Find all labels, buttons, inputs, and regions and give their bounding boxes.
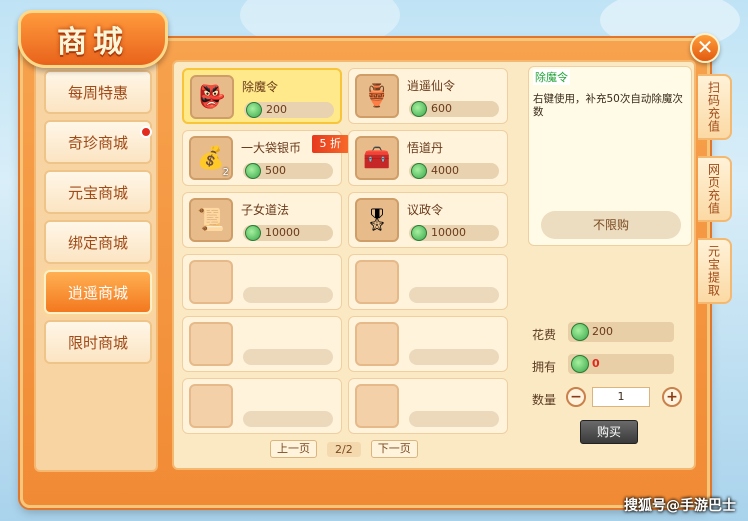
pager: 上一页 2/2 下一页 — [270, 440, 418, 458]
empty-thumb — [189, 322, 233, 366]
tab-scan-recharge[interactable]: 扫码充值 — [698, 74, 732, 140]
item-price: 200 — [244, 102, 334, 118]
sidebar-item-label: 奇珍商城 — [67, 133, 128, 152]
sidebar-item-label: 每周特惠 — [67, 83, 128, 102]
tab-yuanbao-withdraw[interactable]: 元宝提取 — [698, 238, 732, 304]
item-price: 4000 — [409, 163, 499, 179]
item-name: 议政令 — [407, 203, 444, 217]
notification-dot — [140, 126, 152, 138]
item-detail-panel: 除魔令 右键使用，补充50次自动除魔次数 不限购 — [528, 66, 692, 246]
empty-thumb — [355, 384, 399, 428]
empty-slot — [348, 378, 508, 434]
item-price: 10000 — [409, 225, 499, 241]
empty-slot — [182, 254, 342, 310]
quantity-input[interactable]: 1 — [592, 387, 650, 407]
cost-label: 花费 — [532, 328, 557, 342]
silver-bag-icon: 💰 2 — [189, 136, 233, 180]
jade-coin-icon — [245, 163, 261, 179]
item-name: 一大袋银币 — [241, 141, 302, 155]
empty-price-bar — [243, 349, 333, 365]
empty-slot — [348, 254, 508, 310]
mask-icon: 👺 — [190, 75, 234, 119]
owned-value: 0 — [568, 354, 674, 374]
item-slot[interactable]: 🎖 议政令 10000 — [348, 192, 508, 248]
item-slot[interactable]: 💰 2 一大袋银币 5 折 500 — [182, 130, 349, 186]
page-indicator: 2/2 — [327, 441, 361, 457]
order-icon: 🎖 — [355, 198, 399, 242]
empty-price-bar — [409, 349, 499, 365]
detail-title: 除魔令 — [533, 69, 570, 85]
jade-coin-icon — [411, 101, 427, 117]
empty-thumb — [355, 322, 399, 366]
purchase-limit-label: 不限购 — [541, 211, 681, 239]
quantity-label: 数量 — [532, 393, 557, 407]
empty-price-bar — [409, 287, 499, 303]
detail-description: 右键使用，补充50次自动除魔次数 — [533, 93, 683, 118]
empty-slot — [182, 378, 342, 434]
item-slot[interactable]: 🧰 悟道丹 4000 — [348, 130, 508, 186]
close-button[interactable]: ✕ — [690, 33, 720, 63]
sidebar-item-xiaoyao-shop[interactable]: 逍遥商城 — [44, 270, 152, 314]
scroll-icon: 📜 — [189, 198, 233, 242]
sidebar-item-label: 逍遥商城 — [67, 283, 128, 302]
item-price: 600 — [409, 101, 499, 117]
item-name: 子女道法 — [241, 203, 290, 217]
item-slot[interactable]: 🏺 逍遥仙令 600 — [348, 68, 508, 124]
sidebar-item-label: 限时商城 — [67, 333, 128, 352]
item-quantity: 2 — [222, 167, 229, 178]
watermark: 搜狐号@手游巴士 — [624, 498, 736, 514]
tab-web-recharge[interactable]: 网页充值 — [698, 156, 732, 222]
empty-thumb — [189, 384, 233, 428]
empty-thumb — [355, 260, 399, 304]
pill-box-icon: 🧰 — [355, 136, 399, 180]
jade-coin-icon — [411, 225, 427, 241]
item-name: 除魔令 — [242, 80, 279, 94]
empty-price-bar — [243, 411, 333, 427]
item-name: 逍遥仙令 — [407, 79, 456, 93]
item-price: 500 — [243, 163, 333, 179]
sidebar-item-weekly-deals[interactable]: 每周特惠 — [44, 70, 152, 114]
item-name: 悟道丹 — [407, 141, 444, 155]
jade-coin-icon — [246, 102, 262, 118]
sidebar-item-yuanbao-shop[interactable]: 元宝商城 — [44, 170, 152, 214]
item-slot[interactable]: 📜 子女道法 10000 — [182, 192, 342, 248]
empty-slot — [348, 316, 508, 372]
shop-title-plate: 商城 — [18, 10, 168, 68]
token-icon: 🏺 — [355, 74, 399, 118]
sidebar-item-rare-shop[interactable]: 奇珍商城 — [44, 120, 152, 164]
shop-main-panel: 👺 除魔令 200 🏺 逍遥仙令 600 💰 2 一大袋银币 5 折 500 🧰 … — [172, 60, 696, 470]
sidebar-item-label: 元宝商城 — [67, 183, 128, 202]
prev-page-button[interactable]: 上一页 — [270, 440, 317, 458]
jade-coin-icon — [571, 323, 589, 341]
jade-coin-icon — [245, 225, 261, 241]
shop-title: 商城 — [57, 25, 129, 60]
item-grid: 👺 除魔令 200 🏺 逍遥仙令 600 💰 2 一大袋银币 5 折 500 🧰 … — [182, 68, 508, 434]
sidebar-item-label: 绑定商城 — [67, 233, 128, 252]
cost-value: 200 — [568, 322, 674, 342]
empty-slot — [182, 316, 342, 372]
owned-label: 拥有 — [532, 360, 557, 374]
sidebar-item-limited-shop[interactable]: 限时商城 — [44, 320, 152, 364]
increase-quantity-button[interactable]: + — [662, 387, 682, 407]
jade-coin-icon — [571, 355, 589, 373]
jade-coin-icon — [411, 163, 427, 179]
empty-price-bar — [243, 287, 333, 303]
sidebar: 每周特惠 奇珍商城 元宝商城 绑定商城 逍遥商城 限时商城 — [34, 60, 158, 472]
sidebar-item-bound-shop[interactable]: 绑定商城 — [44, 220, 152, 264]
item-price: 10000 — [243, 225, 333, 241]
next-page-button[interactable]: 下一页 — [370, 440, 418, 458]
decrease-quantity-button[interactable]: − — [566, 387, 586, 407]
empty-thumb — [189, 260, 233, 304]
discount-badge: 5 折 — [311, 135, 349, 153]
empty-price-bar — [409, 411, 499, 427]
buy-button[interactable]: 购买 — [580, 420, 638, 444]
item-slot[interactable]: 👺 除魔令 200 — [182, 68, 342, 124]
